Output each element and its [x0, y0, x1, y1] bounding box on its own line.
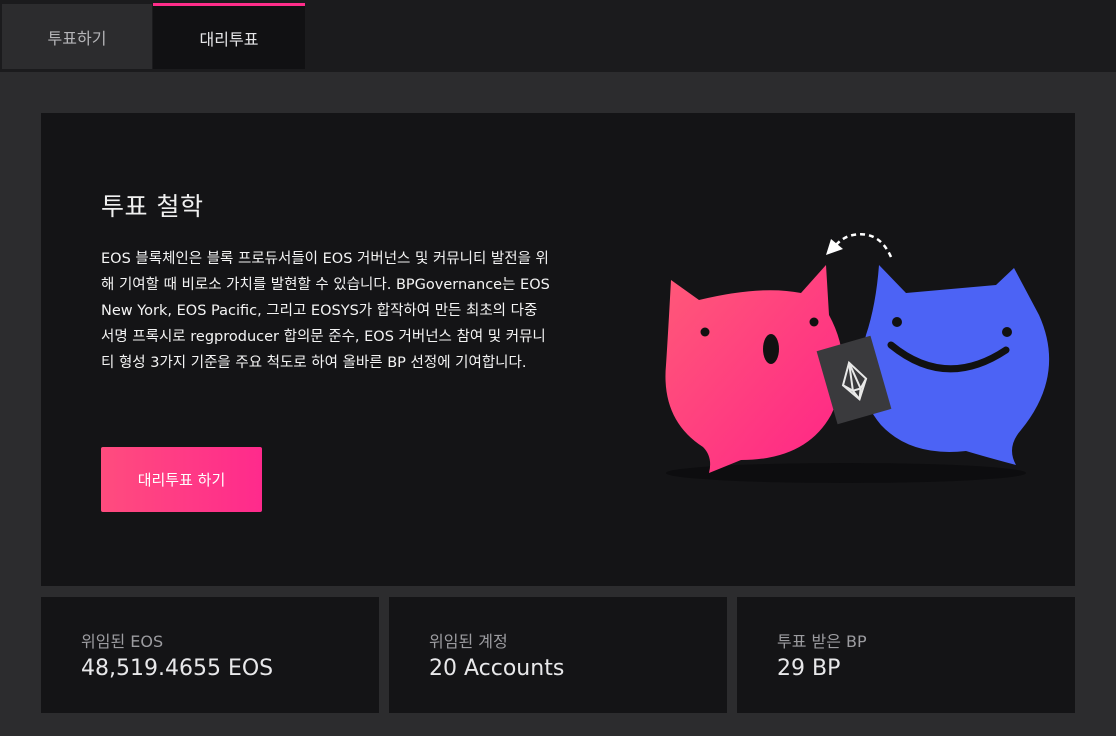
- stat-value: 20 Accounts: [429, 656, 565, 681]
- tab-vote[interactable]: 투표하기: [2, 4, 152, 69]
- pink-character: [665, 265, 844, 473]
- characters-illustration: [665, 233, 1050, 483]
- tab-bar: 투표하기 대리투표: [0, 0, 1116, 72]
- voting-philosophy-panel: 투표 철학 EOS 블록체인은 블록 프로듀서들이 EOS 거버넌스 및 커뮤니…: [41, 113, 1075, 586]
- curved-arrow-icon: [826, 233, 893, 258]
- stat-card-delegated-eos: 위임된 EOS 48,519.4655 EOS: [41, 597, 379, 713]
- blue-character: [861, 265, 1050, 465]
- page-title: 투표 철학: [101, 192, 204, 221]
- stat-label: 위임된 EOS: [81, 632, 164, 651]
- proxy-vote-button[interactable]: 대리투표 하기: [101, 447, 262, 512]
- stat-card-voted-bp: 투표 받은 BP 29 BP: [737, 597, 1075, 713]
- stat-value: 29 BP: [777, 656, 841, 681]
- tab-proxy-vote[interactable]: 대리투표: [153, 3, 305, 69]
- stat-value: 48,519.4655 EOS: [81, 656, 274, 681]
- philosophy-description: EOS 블록체인은 블록 프로듀서들이 EOS 거버넌스 및 커뮤니티 발전을 …: [101, 251, 550, 371]
- stat-label: 위임된 계정: [429, 632, 508, 651]
- stat-card-delegated-accounts: 위임된 계정 20 Accounts: [389, 597, 727, 713]
- stat-label: 투표 받은 BP: [777, 632, 867, 651]
